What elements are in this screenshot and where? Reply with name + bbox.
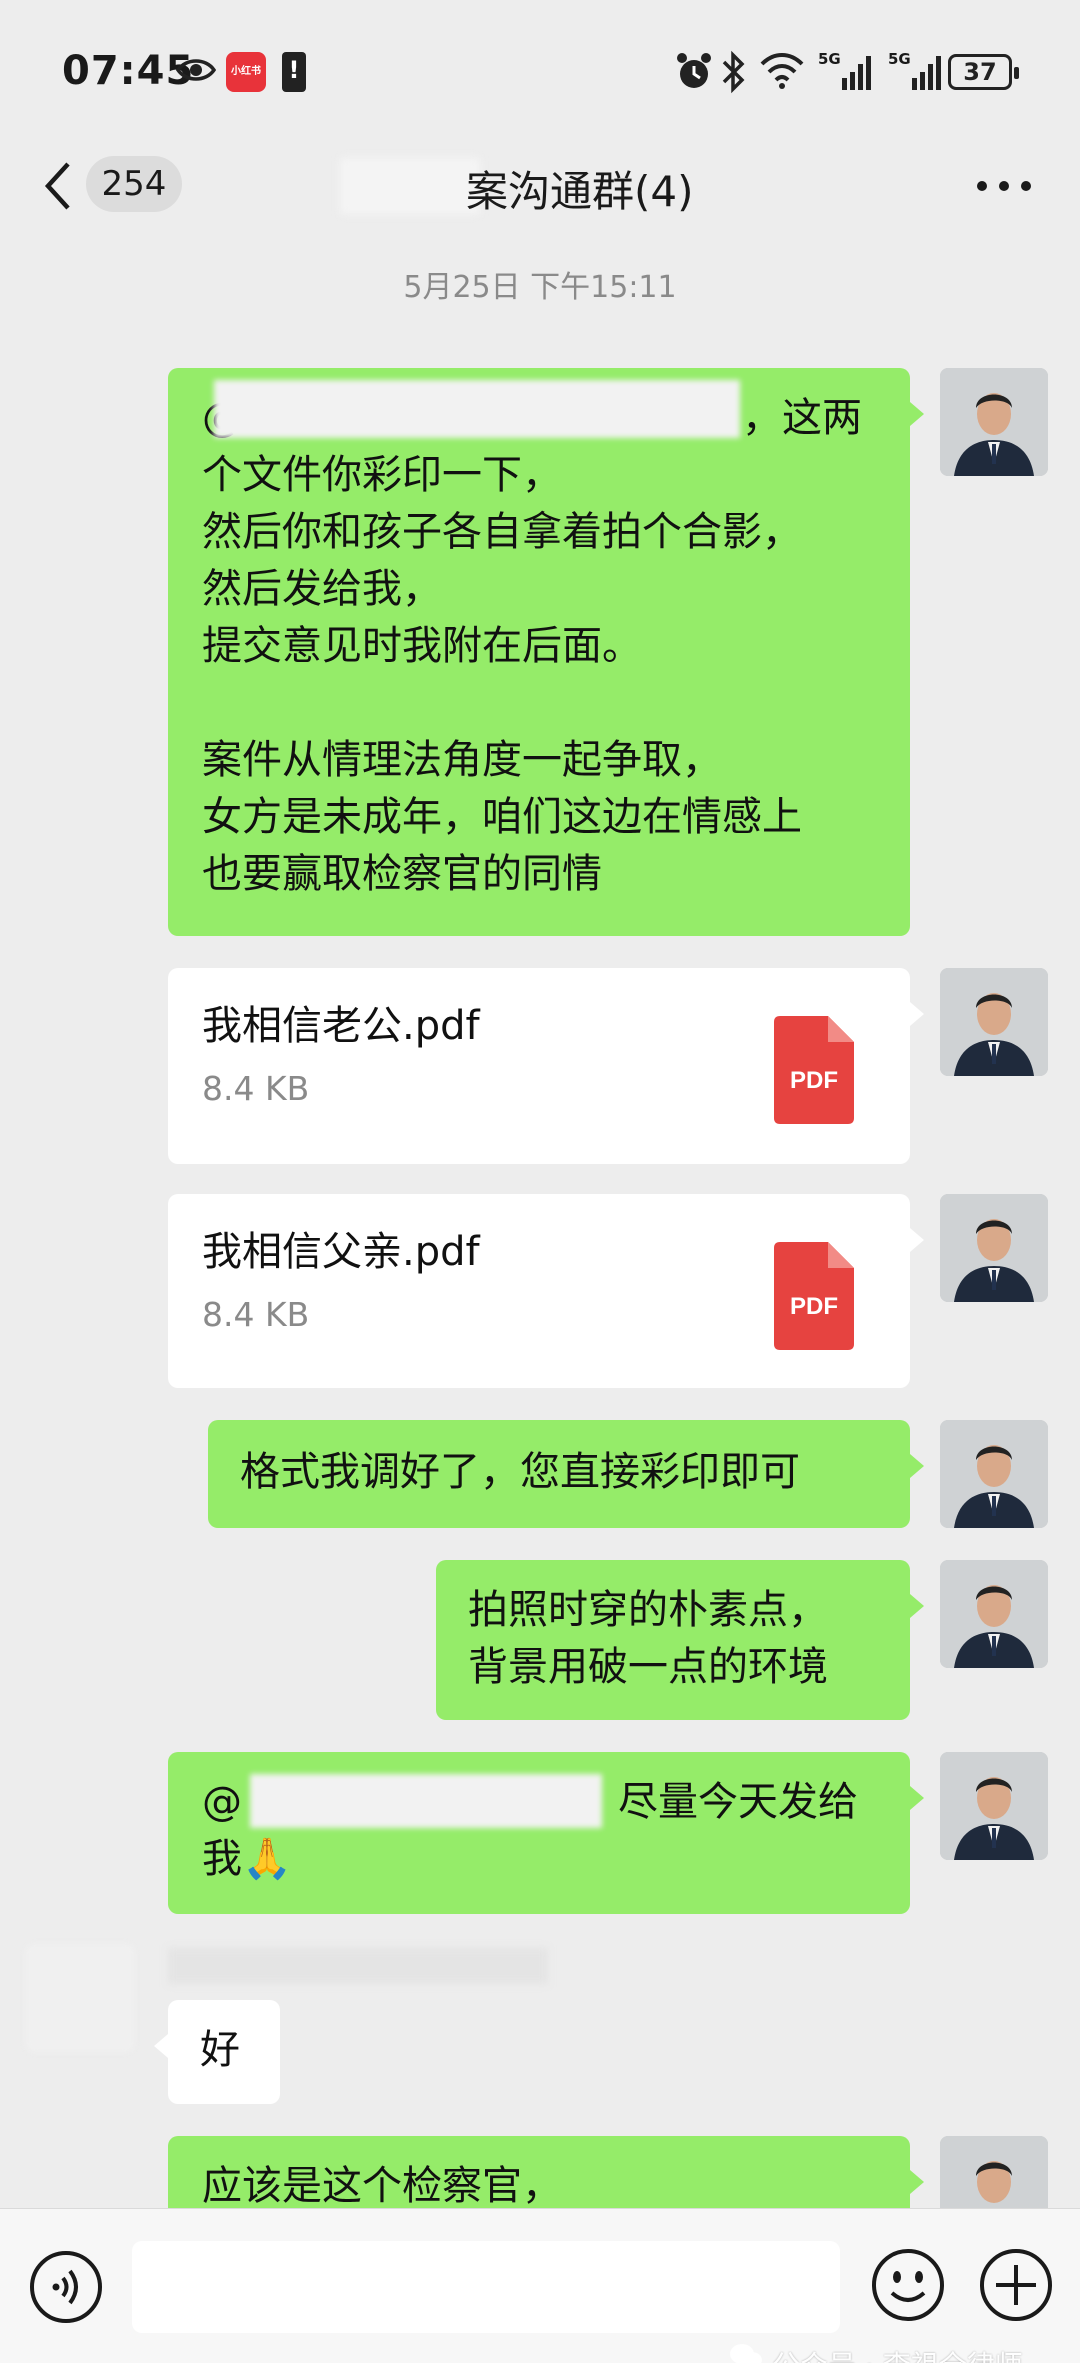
- message-text: ，这两: [742, 395, 862, 441]
- pdf-icon: PDF: [774, 1016, 854, 1124]
- avatar[interactable]: [940, 1560, 1048, 1668]
- message-bubble[interactable]: 好: [154, 2000, 280, 2104]
- redacted-title-mask: [340, 158, 480, 214]
- app-notification-badge: 小红书: [226, 52, 266, 92]
- avatar[interactable]: [940, 368, 1048, 476]
- message-text: 我🙏: [202, 1836, 292, 1882]
- file-message[interactable]: 我相信父亲.pdf 8.4 KB PDF: [168, 1194, 924, 1388]
- chat-title: 案沟通群(4): [466, 167, 694, 216]
- sender-name-mask: [168, 1948, 548, 1984]
- message-text: 格式我调好了，您直接彩印即可: [240, 1449, 800, 1495]
- pdf-label: PDF: [790, 1293, 838, 1320]
- message-bubble[interactable]: 拍照时穿的朴素点， 背景用破一点的环境: [436, 1560, 924, 1720]
- message-bubble[interactable]: 格式我调好了，您直接彩印即可: [208, 1420, 924, 1528]
- message-text: 提交意见时我附在后面。: [202, 623, 642, 669]
- message-text: 拍照时穿的朴素点，: [468, 1587, 828, 1633]
- avatar[interactable]: [940, 1194, 1048, 1302]
- plus-icon[interactable]: [978, 2247, 1054, 2323]
- avatar[interactable]: [940, 1752, 1048, 1860]
- avatar[interactable]: [940, 1420, 1048, 1528]
- file-size: 8.4 KB: [202, 1295, 310, 1334]
- voice-icon[interactable]: [28, 2249, 104, 2325]
- message-text: 个文件你彩印一下，: [202, 452, 562, 498]
- message-text: 尽量今天发给: [618, 1779, 858, 1825]
- message-text: 好: [200, 2027, 240, 2073]
- pdf-label: PDF: [790, 1067, 838, 1094]
- avatar[interactable]: [940, 968, 1048, 1076]
- message-text: 然后发给我，: [202, 566, 442, 612]
- battery-indicator: 37: [948, 54, 1019, 90]
- pdf-icon: PDF: [774, 1242, 854, 1350]
- message-text: 案件从情理法角度一起争取，: [202, 737, 722, 783]
- message-bubble[interactable]: @，这两 个文件你彩印一下， 然后你和孩子各自拿着拍个合影， 然后发给我， 提交…: [168, 368, 924, 936]
- status-time: 07:45: [62, 48, 195, 94]
- message-text: 然后你和孩子各自拿着拍个合影，: [202, 509, 802, 555]
- emoji-icon[interactable]: [870, 2247, 946, 2323]
- message-timestamp: 5月25日 下午15:11: [403, 270, 677, 305]
- redacted-mention-mask: [250, 1774, 602, 1828]
- status-bar: 07:45 小红书 5G 5G 37: [0, 0, 1080, 140]
- signal-icon: [912, 56, 941, 90]
- bluetooth-icon: [722, 50, 745, 94]
- message-input[interactable]: [132, 2241, 840, 2333]
- eye-icon: [176, 59, 216, 81]
- message-text: 应该是这个检察官，: [202, 2163, 562, 2209]
- avatar-redacted[interactable]: [26, 1944, 134, 2052]
- alarm-icon: [677, 53, 711, 88]
- file-name: 我相信父亲.pdf: [202, 1229, 480, 1275]
- message-text: 女方是未成年，咱们这边在情感上: [202, 794, 802, 840]
- mention-prefix: @: [202, 1779, 242, 1825]
- unread-count-badge[interactable]: 254: [86, 156, 182, 212]
- more-icon[interactable]: [976, 180, 1032, 192]
- input-bar: [0, 2208, 1080, 2363]
- wechat-logo-icon: [730, 2344, 762, 2363]
- file-name: 我相信老公.pdf: [202, 1003, 480, 1049]
- wifi-icon: [760, 53, 804, 89]
- message-text: 背景用破一点的环境: [468, 1644, 828, 1690]
- file-size: 8.4 KB: [202, 1069, 310, 1108]
- redacted-mention-mask: [214, 380, 740, 438]
- battery-warning-icon: [282, 52, 306, 92]
- file-message[interactable]: 我相信老公.pdf 8.4 KB PDF: [168, 968, 924, 1164]
- back-icon[interactable]: [40, 160, 76, 212]
- watermark: 公众号 · 李祖全律师: [772, 2344, 1023, 2363]
- signal-icon: [842, 56, 871, 90]
- message-text: 也要赢取检察官的同情: [202, 851, 602, 897]
- message-bubble[interactable]: @ 尽量今天发给 我🙏: [168, 1752, 924, 1914]
